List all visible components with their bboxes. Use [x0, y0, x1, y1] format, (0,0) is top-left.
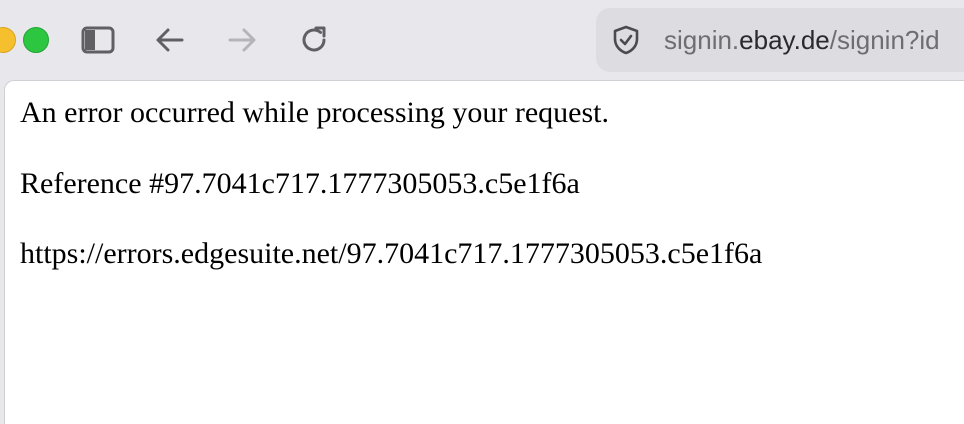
minimize-window-button[interactable] [0, 27, 16, 53]
error-url: https://errors.edgesuite.net/97.7041c717… [20, 237, 763, 270]
forward-arrow-icon[interactable] [222, 20, 262, 60]
shield-check-icon[interactable] [610, 24, 642, 56]
url-path: /signin?id [829, 25, 940, 55]
browser-toolbar: signin.ebay.de/signin?id [0, 0, 964, 80]
url-text[interactable]: signin.ebay.de/signin?id [664, 24, 940, 56]
page-content: An error occurred while processing your … [4, 80, 964, 424]
address-bar[interactable]: signin.ebay.de/signin?id [596, 8, 964, 72]
browser-window: signin.ebay.de/signin?id An error occurr… [0, 0, 964, 424]
zoom-window-button[interactable] [23, 27, 49, 53]
url-domain: ebay.de [739, 25, 830, 55]
sidebar-toggle-icon[interactable] [78, 20, 118, 60]
url-prefix: signin. [664, 25, 740, 55]
reload-icon[interactable] [294, 20, 334, 60]
error-reference: Reference #97.7041c717.1777305053.c5e1f6… [20, 167, 580, 200]
back-arrow-icon[interactable] [150, 20, 190, 60]
error-message: An error occurred while processing your … [20, 96, 609, 129]
